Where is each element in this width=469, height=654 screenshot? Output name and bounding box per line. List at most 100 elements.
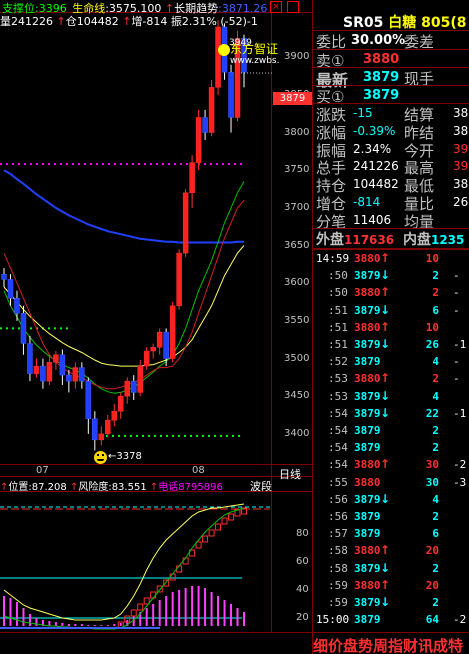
candle-body — [182, 192, 189, 254]
up-arrow-icon: ↑ — [56, 15, 66, 28]
kline-chart[interactable] — [0, 0, 313, 654]
tick-price: 3879 — [354, 389, 381, 403]
weibi-value: 30.00% — [351, 33, 406, 48]
stat-value: -814 — [353, 195, 381, 209]
candle-body — [72, 367, 79, 382]
neipan-label: 内盘 — [402, 232, 431, 248]
up-arrow-icon: ↑ — [380, 319, 391, 334]
down-arrow-icon: ↓ — [380, 560, 391, 575]
candle-body — [79, 367, 85, 382]
bottom-tabs[interactable]: 细价盘势周指财讯成特 — [313, 635, 463, 654]
tick-price: 3879 — [354, 510, 381, 523]
tick-volume: 6 — [432, 527, 439, 541]
sub-step-box — [208, 529, 215, 537]
up-arrow-icon: ↑ — [380, 285, 391, 300]
tick-time: :54 — [328, 458, 348, 472]
stats-row: 增仓-814量比261. — [313, 193, 469, 213]
tick-oi: - — [453, 269, 460, 283]
candle-body — [150, 346, 156, 352]
tick-price: 3879 — [354, 355, 381, 369]
stats-row: 涨跌 -15 结算 38 — [313, 104, 469, 124]
amplitude-label: 振2.31% — [170, 15, 217, 28]
candle-body — [98, 433, 105, 441]
down-arrow-icon: ↓ — [380, 595, 391, 609]
tick-volume: 20 — [425, 544, 439, 558]
tick-volume: 26 — [425, 338, 439, 351]
tick-row: :56 3879 ↓ 4 — [313, 491, 469, 509]
candle-body — [143, 350, 150, 367]
tick-row: :50 3879 ↓ 2- — [313, 267, 469, 285]
tick-time: :59 — [328, 596, 348, 609]
tick-volume: 2 — [432, 441, 439, 455]
candle-body — [189, 162, 195, 194]
risk-indicator: 风险度:83.551 — [78, 482, 147, 493]
tick-price: 3879 — [354, 596, 381, 609]
stat-value: 11406 — [353, 212, 392, 227]
wave-tab[interactable]: 波段 — [250, 478, 272, 494]
price-axis-label: 3800 — [284, 126, 310, 138]
up-arrow-icon: ↑ — [380, 457, 391, 472]
tick-volume: 64 — [425, 613, 439, 627]
sub-step-box — [156, 585, 163, 593]
tick-time: :54 — [328, 406, 348, 420]
current-price-tag: 3879 — [273, 92, 312, 105]
maximize-icon[interactable] — [287, 1, 299, 13]
tick-oi: -1 — [453, 338, 467, 351]
date-label-08: 08 — [192, 465, 205, 476]
watermark-url: www.zwbs. — [230, 56, 280, 66]
sub-step-box — [169, 573, 176, 581]
sell-price: 3880 — [363, 52, 400, 67]
tick-price: 3879 — [354, 424, 381, 437]
quote-panel: SR05 白糖 805(8 委比 30.00% 委差 卖① 3880 最新 38… — [313, 0, 469, 654]
kline-chart-area[interactable]: 支撑位:3396 生命线:3575.100 ↑长期趋势:3871.26 × 量2… — [0, 0, 313, 654]
tick-row: :59 3880 ↑ 20 — [313, 577, 469, 595]
stat-value: 38 — [453, 177, 469, 192]
up-arrow-icon: ↑ — [380, 371, 391, 386]
tick-row: :54 3879 2 — [313, 439, 469, 457]
neipan-value: 1235 — [430, 233, 465, 247]
stat-value: 39 — [453, 141, 469, 156]
candle-body — [195, 117, 202, 163]
stats-row: 总手 241226 最高 39 — [313, 157, 469, 177]
candle-body — [59, 354, 66, 376]
change-label: (-52)-1 — [220, 15, 258, 28]
tick-volume: 2 — [432, 510, 439, 523]
tick-price: 3879 — [354, 492, 381, 506]
down-arrow-icon: ↓ — [380, 268, 391, 283]
tick-time: :50 — [328, 286, 348, 300]
low-price-value: 3378 — [116, 451, 142, 462]
tick-time: 15:00 — [316, 613, 350, 627]
candle-body — [208, 87, 215, 133]
sub-axis-label: 80 — [296, 528, 309, 539]
price-axis-label: 3400 — [284, 427, 310, 439]
tick-row: :59 3879 ↓ 2 — [313, 594, 469, 612]
tick-row: :54 3880 ↑ 30 -2 — [313, 456, 469, 474]
candle-body — [33, 365, 40, 374]
candle-body — [27, 343, 33, 374]
sub-axis-label: 20 — [296, 612, 309, 623]
tick-volume: 2 — [432, 372, 439, 386]
stats-row: 分笔 11406 均量 — [313, 211, 469, 231]
down-arrow-icon: ↓ — [380, 302, 391, 317]
candle-body — [215, 26, 221, 88]
down-arrow-icon: ↓ — [380, 337, 391, 351]
sub-step-box — [215, 523, 222, 531]
close-icon[interactable]: × — [270, 1, 282, 13]
candle-body — [228, 72, 234, 118]
sub-step-box — [176, 565, 183, 573]
tick-price: 3880 — [354, 475, 381, 489]
long-trend-blue-line — [3, 169, 244, 244]
tick-volume: 2 — [432, 561, 439, 575]
stats-row: 涨幅 -0.39% 昨结 38 — [313, 122, 469, 142]
tick-time: :56 — [328, 492, 348, 506]
sub-step-box — [163, 579, 170, 587]
waipan-label: 外盘 — [316, 232, 344, 248]
tick-price: 3879 — [354, 406, 381, 420]
down-arrow-icon: ↓ — [380, 491, 391, 506]
tick-oi: -2 — [453, 458, 467, 472]
indicator-legend-row2: 量241226 ↑仓104482 ↑增-814 振2.31% (-52)-1 — [0, 13, 258, 29]
tab-daily[interactable]: 日线 — [279, 466, 301, 482]
tick-price: 3879 — [354, 441, 381, 455]
candle-body — [137, 365, 143, 393]
tick-time: :51 — [328, 338, 348, 351]
